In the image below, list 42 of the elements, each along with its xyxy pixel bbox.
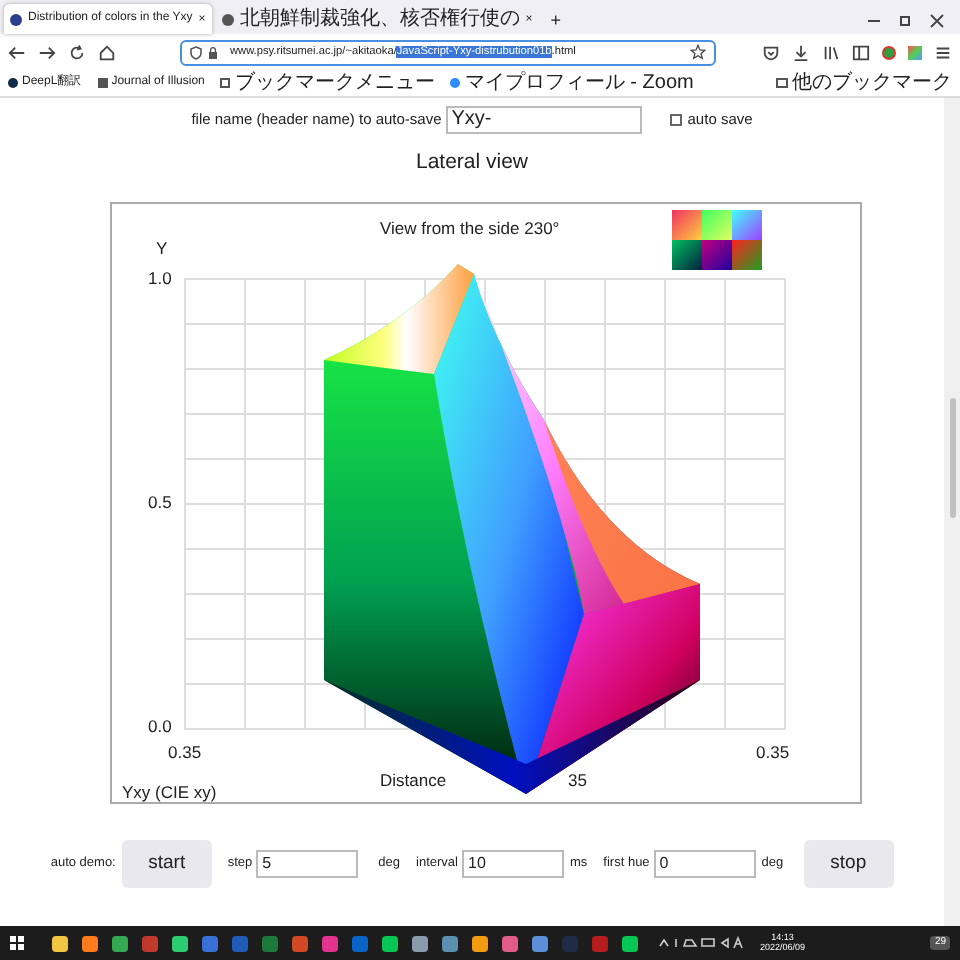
step-field[interactable]: 5 — [256, 849, 359, 878]
x-tick-label: 0.35 — [756, 739, 790, 765]
reload-icon[interactable] — [68, 43, 86, 61]
star-icon[interactable] — [690, 44, 706, 60]
y-tick-label: 1.0 — [148, 265, 172, 291]
bookmark-item[interactable]: マイプロフィール - Zoom — [450, 68, 694, 98]
tab-title: 北朝鮮制裁強化、核否権行使の — [239, 5, 520, 34]
section-heading: Lateral view — [415, 148, 529, 178]
y-tick-label: 0.0 — [148, 713, 172, 739]
menu-icon[interactable] — [934, 43, 952, 61]
site-icon — [10, 13, 22, 25]
shield-icon — [190, 45, 202, 59]
pocket-icon[interactable] — [762, 43, 780, 61]
library-icon[interactable] — [822, 43, 840, 61]
new-tab-button[interactable]: + — [550, 12, 562, 30]
chart-title: View from the side 230° — [380, 215, 560, 241]
stop-button[interactable]: stop — [803, 839, 894, 888]
first-hue-field[interactable]: 0 — [653, 849, 756, 878]
interval-field[interactable]: 10 — [462, 849, 564, 878]
auto-save-checkbox[interactable] — [669, 113, 682, 125]
back-arrow-icon[interactable] — [8, 43, 26, 61]
x-tick-label: 0.35 — [168, 739, 202, 765]
color-space-label: Yxy (CIE xy) — [122, 779, 217, 805]
start-button[interactable]: start — [121, 839, 212, 888]
bookmark-item[interactable]: ブックマークメニュー — [220, 68, 435, 98]
color-palette-drawing — [672, 209, 762, 270]
y-tick-label: 0.5 — [148, 489, 172, 515]
windows-logo-icon[interactable] — [10, 936, 24, 950]
y-axis-title: Y — [156, 235, 168, 261]
sidebar-icon[interactable] — [852, 43, 870, 61]
file-name-field[interactable]: Yxy- — [445, 105, 642, 133]
lock-icon — [208, 45, 218, 59]
home-icon[interactable] — [98, 43, 116, 61]
other-bookmarks-item[interactable]: 他のブックマーク — [776, 68, 952, 98]
restore-icon[interactable] — [900, 16, 910, 26]
download-icon[interactable] — [792, 43, 810, 61]
x-axis-label: 35 — [568, 767, 587, 793]
x-axis-label: Distance — [380, 767, 447, 793]
forward-arrow-icon[interactable] — [38, 43, 56, 61]
close-icon[interactable] — [930, 14, 944, 28]
site-icon — [221, 13, 234, 25]
system-tray-icons[interactable] — [658, 936, 746, 950]
